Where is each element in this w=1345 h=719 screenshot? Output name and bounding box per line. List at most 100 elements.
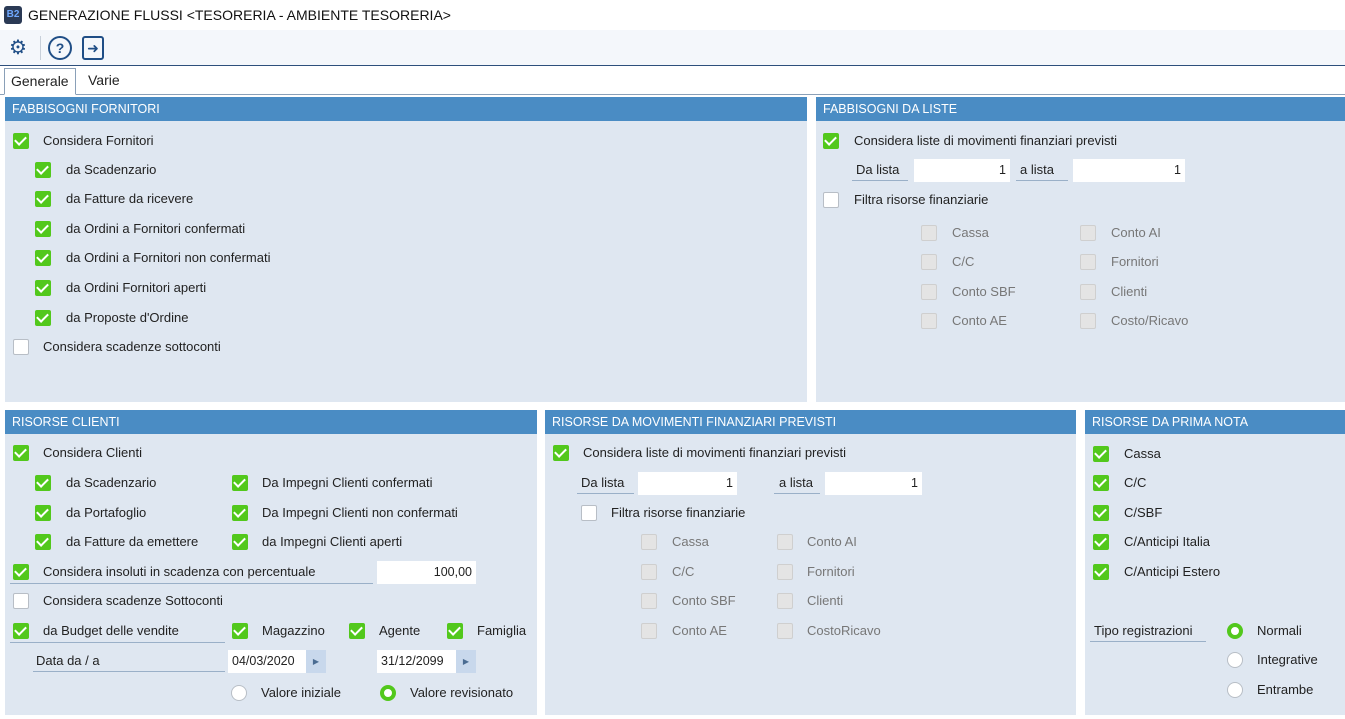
tipo-registrazione-radio-0[interactable] — [1227, 623, 1243, 639]
tipo-registrazioni-label: Tipo registrazioni — [1094, 623, 1193, 638]
valore-iniziale-radio-label: Valore iniziale — [261, 685, 341, 700]
clienti-famiglia-checkbox-label: Famiglia — [477, 623, 527, 638]
clienti-insoluti-checkbox-label: Considera insoluti in scadenza con perce… — [43, 564, 316, 579]
window-title: GENERAZIONE FLUSSI <TESORERIA - AMBIENTE… — [28, 7, 451, 23]
movimenti-risorsa-1 — [641, 564, 657, 580]
valore-revisionato-radio[interactable] — [380, 685, 396, 701]
liste-da-lista-input[interactable]: 1 — [914, 159, 1010, 182]
movimenti-filtra-checkbox[interactable] — [581, 505, 597, 521]
liste-risorsa-0-label: Cassa — [952, 225, 989, 240]
movimenti-a-lista-input[interactable]: 1 — [825, 472, 922, 495]
fornitori-option-7[interactable] — [13, 339, 29, 355]
tab-bar — [0, 66, 1345, 95]
movimenti-risorsa-7 — [777, 623, 793, 639]
clienti-option-5[interactable] — [232, 534, 248, 550]
data-a-input[interactable]: 31/12/2099 — [377, 650, 456, 673]
liste-risorsa-4 — [1080, 225, 1096, 241]
fornitori-option-6[interactable] — [35, 310, 51, 326]
fornitori-option-5[interactable] — [35, 280, 51, 296]
clienti-option-3-label: Da Impegni Clienti confermati — [262, 475, 433, 490]
prima-nota-option-0[interactable] — [1093, 446, 1109, 462]
tipo-registrazione-radio-1[interactable] — [1227, 652, 1243, 668]
exit-icon[interactable]: ➜ — [82, 36, 104, 60]
clienti-option-0[interactable] — [35, 475, 51, 491]
liste-a-lista-label: a lista — [1020, 162, 1054, 177]
liste-da-lista-label: Da lista — [856, 162, 900, 177]
clienti-data-label: Data da / a — [36, 653, 100, 668]
clienti-option-1[interactable] — [35, 505, 51, 521]
clienti-option-3[interactable] — [232, 475, 248, 491]
clienti-magazzino-checkbox[interactable] — [232, 623, 248, 639]
clienti-option-0-label: da Scadenzario — [66, 475, 157, 490]
movimenti-risorsa-3-label: Conto AE — [672, 623, 727, 638]
gears-icon[interactable]: ⚙ — [6, 36, 30, 60]
fornitori-option-5-label: da Ordini Fornitori aperti — [66, 280, 207, 295]
tipo-registrazione-radio-2[interactable] — [1227, 682, 1243, 698]
valore-iniziale-radio[interactable] — [231, 685, 247, 701]
clienti-budget-checkbox[interactable] — [13, 623, 29, 639]
clienti-magazzino-checkbox-label: Magazzino — [262, 623, 325, 638]
toolbar-separator — [40, 36, 41, 60]
data-a-picker-button[interactable]: ▶ — [456, 650, 476, 673]
movimenti-risorsa-4-label: Conto AI — [807, 534, 857, 549]
liste-risorsa-6 — [1080, 284, 1096, 300]
movimenti-considera-checkbox-label: Considera liste di movimenti finanziari … — [583, 445, 846, 460]
liste-risorsa-0 — [921, 225, 937, 241]
liste-a-lista-input[interactable]: 1 — [1073, 159, 1185, 182]
clienti-insoluti-checkbox[interactable] — [13, 564, 29, 580]
clienti-option-4[interactable] — [232, 505, 248, 521]
liste-risorsa-6-label: Clienti — [1111, 284, 1148, 299]
clienti-percentuale-input[interactable]: 100,00 — [377, 561, 476, 584]
tab-generale[interactable]: Generale — [4, 68, 76, 95]
panel-risorse-prima-nota-header: RISORSE DA PRIMA NOTA — [1085, 410, 1345, 434]
fornitori-option-0[interactable] — [13, 133, 29, 149]
fornitori-option-2-label: da Fatture da ricevere — [66, 191, 194, 206]
help-icon[interactable]: ? — [48, 36, 72, 60]
fornitori-option-2[interactable] — [35, 191, 51, 207]
prima-nota-option-0-label: Cassa — [1124, 446, 1161, 461]
movimenti-risorsa-7-label: CostoRicavo — [807, 623, 881, 638]
movimenti-risorsa-0-label: Cassa — [672, 534, 709, 549]
liste-filtra-checkbox[interactable] — [823, 192, 839, 208]
prima-nota-option-2[interactable] — [1093, 505, 1109, 521]
movimenti-risorsa-2-label: Conto SBF — [672, 593, 736, 608]
clienti-data-label-underline — [33, 671, 225, 672]
prima-nota-option-4-label: C/Anticipi Estero — [1124, 564, 1221, 579]
liste-considera-checkbox[interactable] — [823, 133, 839, 149]
clienti-famiglia-checkbox[interactable] — [447, 623, 463, 639]
fornitori-option-3[interactable] — [35, 221, 51, 237]
liste-risorsa-3 — [921, 313, 937, 329]
liste-risorsa-1-label: C/C — [952, 254, 975, 269]
tab-varie[interactable]: Varie — [82, 68, 126, 93]
tipo-registrazione-radio-2-label: Entrambe — [1257, 682, 1314, 697]
clienti-considera-checkbox[interactable] — [13, 445, 29, 461]
prima-nota-option-4[interactable] — [1093, 564, 1109, 580]
fornitori-option-4[interactable] — [35, 250, 51, 266]
panel-risorse-clienti-header: RISORSE CLIENTI — [5, 410, 537, 434]
movimenti-risorsa-0 — [641, 534, 657, 550]
clienti-option-2[interactable] — [35, 534, 51, 550]
movimenti-risorsa-4 — [777, 534, 793, 550]
movimenti-considera-checkbox[interactable] — [553, 445, 569, 461]
liste-risorsa-7-label: Costo/Ricavo — [1111, 313, 1189, 328]
fornitori-option-1-label: da Scadenzario — [66, 162, 157, 177]
movimenti-risorsa-6 — [777, 593, 793, 609]
data-da-input[interactable]: 04/03/2020 — [228, 650, 306, 673]
movimenti-filtra-checkbox-label: Filtra risorse finanziarie — [611, 505, 746, 520]
prima-nota-option-3[interactable] — [1093, 534, 1109, 550]
prima-nota-option-3-label: C/Anticipi Italia — [1124, 534, 1210, 549]
prima-nota-option-2-label: C/SBF — [1124, 505, 1163, 520]
clienti-agente-checkbox[interactable] — [349, 623, 365, 639]
clienti-scadenze-checkbox[interactable] — [13, 593, 29, 609]
clienti-insoluti-underline — [10, 583, 373, 584]
movimenti-da-lista-input[interactable]: 1 — [638, 472, 737, 495]
tipo-registrazione-radio-0-label: Normali — [1257, 623, 1302, 638]
movimenti-risorsa-5-label: Fornitori — [807, 564, 855, 579]
liste-da-lista-label-underline — [852, 180, 908, 181]
data-da-picker-button[interactable]: ▶ — [306, 650, 326, 673]
prima-nota-option-1[interactable] — [1093, 475, 1109, 491]
fornitori-option-1[interactable] — [35, 162, 51, 178]
fornitori-option-3-label: da Ordini a Fornitori confermati — [66, 221, 246, 236]
valore-revisionato-radio-label: Valore revisionato — [410, 685, 514, 700]
tipo-registrazioni-label-underline — [1090, 641, 1206, 642]
